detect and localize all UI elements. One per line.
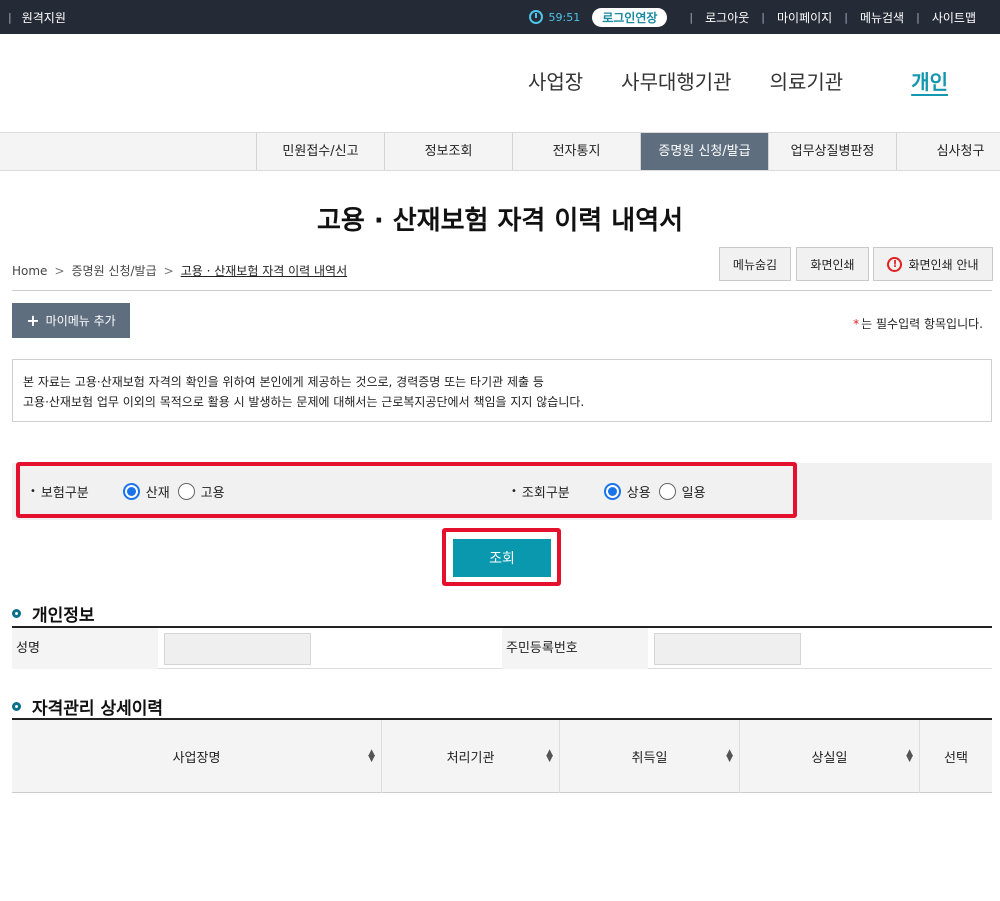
search-options-highlight bbox=[16, 462, 797, 518]
col-loss-date-label: 상실일 bbox=[811, 751, 848, 766]
tab-info-inquiry[interactable]: 정보조회 bbox=[384, 133, 512, 170]
session-timer: 59:51 bbox=[528, 10, 581, 24]
remote-support-link[interactable]: 원격지원 bbox=[22, 9, 66, 26]
print-guide-button[interactable]: ! 화면인쇄 안내 bbox=[873, 247, 993, 281]
col-loss-date[interactable]: 상실일 ▲ ▼ bbox=[740, 720, 920, 793]
personal-info-title: 개인정보 bbox=[12, 601, 95, 626]
tab-civil-petition[interactable]: 민원접수/신고 bbox=[256, 133, 384, 170]
tab-certificate[interactable]: 증명원 신청/발급 bbox=[640, 133, 768, 170]
breadcrumb-level1[interactable]: 증명원 신청/발급 bbox=[72, 262, 157, 279]
extend-login-button[interactable]: 로그인연장 bbox=[592, 7, 668, 27]
menu-search-link[interactable]: 메뉴검색 bbox=[860, 9, 904, 26]
chevron-right-icon: > bbox=[54, 263, 65, 278]
hide-menu-label: 메뉴숨김 bbox=[732, 257, 778, 272]
sort-icon[interactable]: ▲ ▼ bbox=[726, 749, 733, 764]
nav-agency[interactable]: 사무대행기관 bbox=[621, 66, 731, 95]
clock-icon bbox=[528, 10, 543, 24]
alert-icon: ! bbox=[887, 256, 903, 272]
sitemap-link[interactable]: 사이트맵 bbox=[932, 9, 976, 26]
hide-menu-button[interactable]: 메뉴숨김 bbox=[719, 247, 791, 281]
sort-icon[interactable]: ▲ ▼ bbox=[906, 749, 913, 764]
add-mymenu-button[interactable]: + 마이메뉴 추가 bbox=[12, 303, 130, 338]
breadcrumb-current[interactable]: 고용 · 산재보험 자격 이력 내역서 bbox=[181, 262, 347, 279]
col-select: 선택 bbox=[920, 720, 992, 793]
col-select-label: 선택 bbox=[944, 751, 968, 766]
breadcrumb-home[interactable]: Home bbox=[12, 264, 47, 278]
chevron-right-icon: > bbox=[163, 263, 174, 278]
mypage-link[interactable]: 마이페이지 bbox=[777, 9, 832, 26]
required-note-text: 는 필수입력 항목입니다. bbox=[861, 317, 983, 331]
personal-info-title-text: 개인정보 bbox=[32, 606, 95, 626]
personal-info-table: 성명 주민등록번호 bbox=[12, 626, 992, 669]
nav-workplace[interactable]: 사업장 bbox=[528, 66, 583, 95]
main-nav: 사업장 사무대행기관 의료기관 개인 bbox=[528, 66, 948, 95]
divider bbox=[12, 290, 992, 291]
sort-icon[interactable]: ▲ ▼ bbox=[546, 749, 553, 764]
bullet-ring-icon bbox=[12, 609, 21, 618]
logout-link[interactable]: 로그아웃 bbox=[705, 9, 749, 26]
col-workplace[interactable]: 사업장명 ▲ ▼ bbox=[12, 720, 382, 793]
col-agency[interactable]: 처리기관 ▲ ▼ bbox=[382, 720, 560, 793]
name-field[interactable] bbox=[164, 633, 311, 665]
print-button[interactable]: 화면인쇄 bbox=[796, 247, 869, 281]
required-star: * bbox=[853, 317, 860, 331]
tab-appeal[interactable]: 심사청구 bbox=[896, 133, 1000, 170]
session-timer-value: 59:51 bbox=[548, 10, 581, 24]
add-mymenu-label: 마이메뉴 추가 bbox=[45, 314, 116, 328]
notice-line-1: 본 자료는 고용·산재보험 자격의 확인을 위하여 본인에게 제공하는 것으로,… bbox=[23, 375, 544, 389]
name-header: 성명 bbox=[12, 628, 158, 669]
top-utility-bar: | 원격지원 59:51 로그인연장 | 로그아웃 | 마이페이지 | 메뉴검색… bbox=[0, 0, 1000, 34]
divider: | bbox=[8, 10, 12, 24]
rrn-header: 주민등록번호 bbox=[502, 628, 648, 669]
notice-line-2: 고용·산재보험 업무 이외의 목적으로 활용 시 발생하는 문제에 대해서는 근… bbox=[23, 395, 585, 409]
tab-e-notice[interactable]: 전자통지 bbox=[512, 133, 640, 170]
tab-occupational-disease[interactable]: 업무상질병판정 bbox=[768, 133, 896, 170]
breadcrumb: Home > 증명원 신청/발급 > 고용 · 산재보험 자격 이력 내역서 bbox=[12, 262, 347, 279]
search-button-label: 조회 bbox=[489, 551, 515, 567]
notice-box: 본 자료는 고용·산재보험 자격의 확인을 위하여 본인에게 제공하는 것으로,… bbox=[12, 359, 992, 422]
plus-icon: + bbox=[26, 311, 40, 330]
rrn-field[interactable] bbox=[654, 633, 801, 665]
sub-nav: 민원접수/신고 정보조회 전자통지 증명원 신청/발급 업무상질병판정 심사청구 bbox=[0, 132, 1000, 171]
history-title-text: 자격관리 상세이력 bbox=[32, 699, 164, 719]
required-note: * 는 필수입력 항목입니다. bbox=[853, 315, 983, 332]
page-title: 고용 · 산재보험 자격 이력 내역서 bbox=[316, 206, 684, 236]
print-guide-label: 화면인쇄 안내 bbox=[908, 257, 979, 272]
history-table-header: 사업장명 ▲ ▼ 처리기관 ▲ ▼ 취득일 ▲ ▼ 상실일 ▲ ▼ 선택 bbox=[12, 718, 992, 793]
sort-icon[interactable]: ▲ ▼ bbox=[368, 749, 375, 764]
history-title: 자격관리 상세이력 bbox=[12, 694, 163, 719]
nav-medical[interactable]: 의료기관 bbox=[770, 66, 844, 95]
col-acquire-date[interactable]: 취득일 ▲ ▼ bbox=[560, 720, 740, 793]
col-workplace-label: 사업장명 bbox=[172, 751, 221, 766]
search-button[interactable]: 조회 bbox=[453, 539, 551, 577]
col-acquire-date-label: 취득일 bbox=[631, 751, 668, 766]
print-label: 화면인쇄 bbox=[810, 257, 855, 272]
nav-individual[interactable]: 개인 bbox=[911, 66, 948, 95]
bullet-ring-icon bbox=[12, 702, 21, 711]
col-agency-label: 처리기관 bbox=[446, 751, 495, 766]
